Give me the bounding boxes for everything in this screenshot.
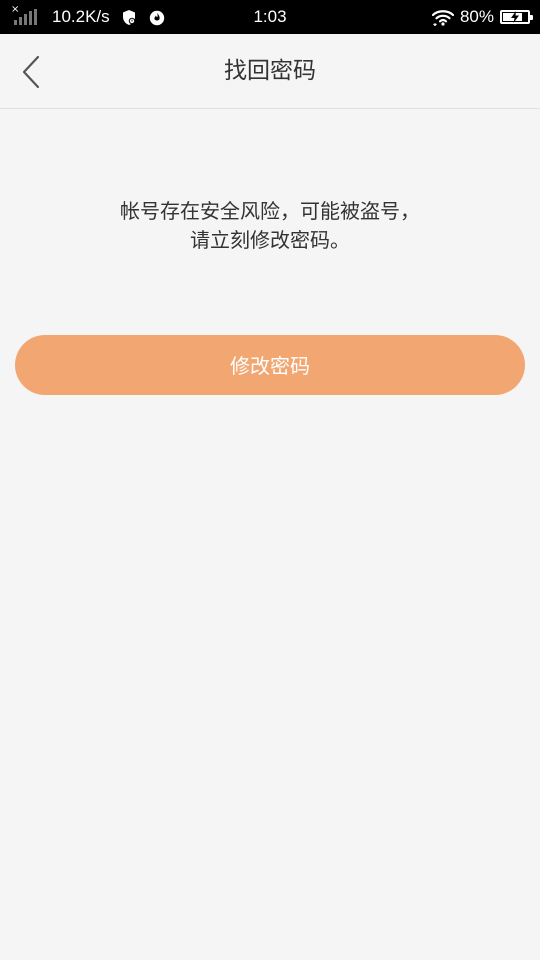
chevron-left-icon bbox=[22, 55, 40, 89]
message-line-1: 帐号存在安全风险，可能被盗号， bbox=[120, 199, 420, 223]
battery-charging-icon bbox=[500, 10, 533, 24]
status-bar-right: 80% bbox=[431, 0, 533, 34]
shield-icon bbox=[120, 8, 138, 26]
status-bar-left: × 10.2K/s bbox=[8, 0, 166, 34]
status-bar: × 10.2K/s 1:03 80% bbox=[0, 0, 540, 34]
security-warning-message: 帐号存在安全风险，可能被盗号， 请立刻修改密码。 bbox=[0, 197, 540, 255]
network-speed: 10.2K/s bbox=[52, 7, 110, 26]
back-button[interactable] bbox=[14, 52, 48, 92]
change-password-button[interactable]: 修改密码 bbox=[15, 335, 525, 395]
wifi-icon bbox=[431, 9, 454, 26]
message-line-2: 请立刻修改密码。 bbox=[190, 228, 350, 252]
nav-bar: 找回密码 bbox=[0, 34, 540, 109]
signal-icon: × bbox=[8, 4, 42, 28]
battery-percent: 80% bbox=[459, 7, 494, 26]
fire-icon bbox=[148, 8, 166, 26]
page-title: 找回密码 bbox=[224, 58, 316, 84]
